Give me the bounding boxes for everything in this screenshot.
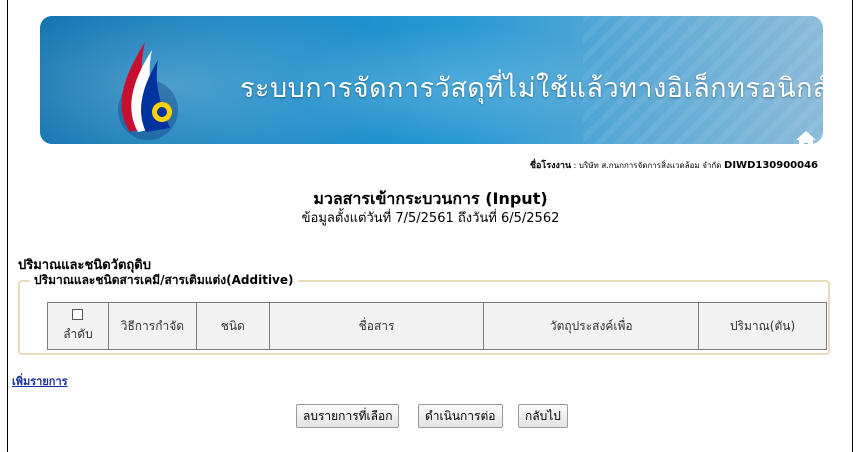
factory-code: DIWD130900046 [724, 160, 818, 171]
add-item-link[interactable]: เพิ่มรายการ [12, 372, 68, 390]
select-all-checkbox[interactable] [72, 308, 84, 320]
date-range: ข้อมูลตั้งแต่วันที่ 7/5/2561 ถึงวันที่ 6… [301, 211, 560, 226]
ministry-logo [118, 42, 178, 140]
additive-table: ลำดับ วิธีการกำจัด ชนิด ชื่อสาร วัตถุประ… [47, 302, 827, 350]
factory-name: บริษัท ส.กนกการจัดการสิ่งแวดล้อม จำกัด [578, 161, 722, 170]
factory-label: ชื่อโรงงาน [529, 161, 572, 171]
home-icon[interactable] [795, 130, 817, 144]
delete-selected-button[interactable]: ลบรายการที่เลือก [296, 404, 400, 428]
mail-icon[interactable] [822, 132, 823, 144]
col-header-substance-name: ชื่อสาร [268, 302, 485, 350]
header-banner: ระบบการจัดการวัสดุที่ไม่ใช้แล้วทางอิเล็ก… [40, 16, 823, 144]
factory-separator: : [571, 161, 579, 170]
fieldset-legend: ปริมาณและชนิดสารเคมี/สารเติมแต่ง(Additiv… [34, 273, 294, 287]
col-header-type: ชนิด [195, 302, 270, 350]
col-header-quantity: ปริมาณ(ตัน) [698, 302, 827, 350]
col-header-purpose: วัตถุประสงค์เพื่อ [483, 302, 700, 350]
system-title: ระบบการจัดการวัสดุที่ไม่ใช้แล้วทางอิเล็ก… [240, 73, 823, 104]
col-header-order: ลำดับ [47, 302, 109, 350]
col-header-order-label: ลำดับ [63, 326, 93, 341]
factory-info: ชื่อโรงงาน : บริษัท ส.กนกการจัดการสิ่งแว… [440, 158, 818, 172]
table-header-row: ลำดับ วิธีการกำจัด ชนิด ชื่อสาร วัตถุประ… [47, 302, 827, 350]
back-button[interactable]: กลับไป [518, 404, 568, 428]
continue-button[interactable]: ดำเนินการต่อ [418, 404, 503, 428]
col-header-disposal-method: วิธีการกำจัด [107, 302, 197, 350]
